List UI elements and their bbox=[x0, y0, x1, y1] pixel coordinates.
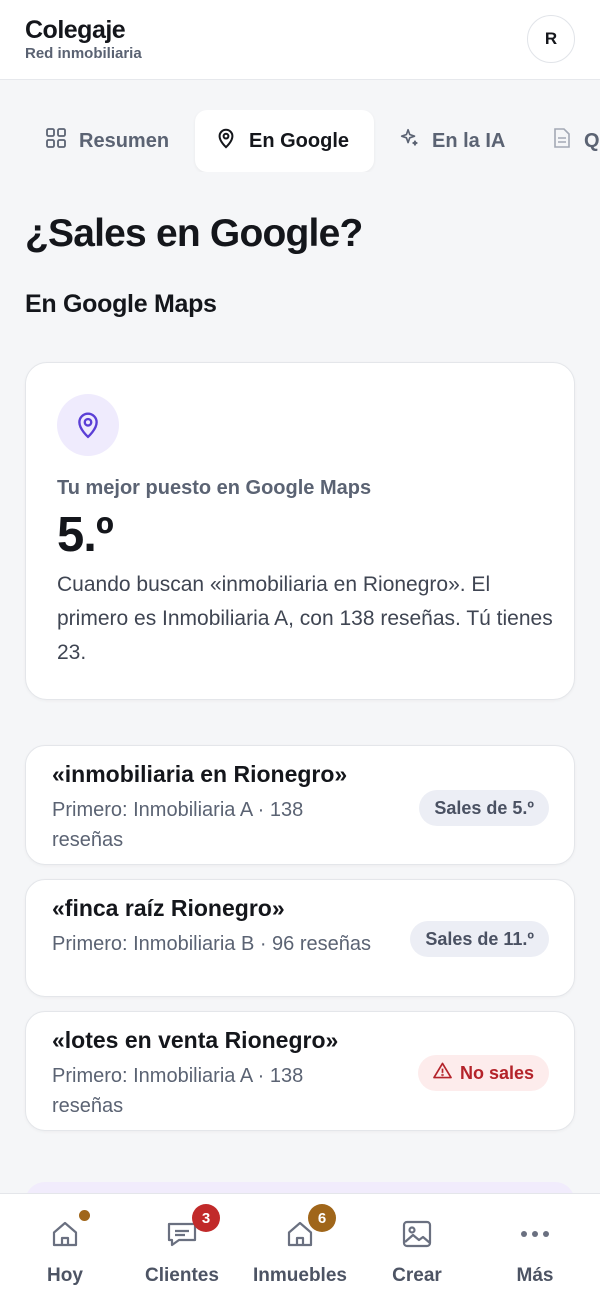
tab-en-google[interactable]: En Google bbox=[195, 110, 374, 172]
nav-item-clientes[interactable]: 3 Clientes bbox=[123, 1194, 241, 1298]
avatar[interactable]: R bbox=[527, 15, 575, 63]
grid-icon bbox=[45, 127, 67, 155]
nav-label: Clientes bbox=[145, 1265, 219, 1286]
nav-label: Crear bbox=[392, 1265, 442, 1286]
document-icon bbox=[552, 127, 572, 155]
status-label: Sales de 11.º bbox=[425, 928, 534, 949]
tab-en-la-ia[interactable]: En la IA bbox=[378, 110, 525, 172]
more-icon bbox=[517, 1218, 553, 1250]
warning-icon bbox=[433, 1062, 452, 1084]
tab-label: Q bbox=[584, 129, 600, 152]
status-label: Sales de 5.º bbox=[434, 797, 534, 818]
summary-card: Tu mejor puesto en Google Maps 5.º Cuand… bbox=[25, 362, 575, 700]
nav-label: Hoy bbox=[47, 1265, 83, 1286]
nav-label: Más bbox=[516, 1265, 554, 1286]
bottom-nav: Hoy 3 Clientes 6 Inmuebles Crear Más bbox=[0, 1193, 600, 1298]
section-title: En Google Maps bbox=[25, 290, 217, 318]
nav-item-crear[interactable]: Crear bbox=[358, 1194, 476, 1298]
keyword-detail: Primero: Inmobiliaria B · 96 reseñas bbox=[52, 933, 372, 955]
home-icon bbox=[47, 1210, 90, 1250]
nav-item-mas[interactable]: Más bbox=[476, 1194, 594, 1298]
keyword-query: «inmobiliaria en Rionegro» bbox=[52, 761, 348, 787]
keyword-query: «lotes en venta Rionegro» bbox=[52, 1027, 339, 1053]
image-icon bbox=[399, 1218, 435, 1250]
keyword-row[interactable]: «inmobiliaria en Rionegro» Primero: Inmo… bbox=[25, 745, 575, 865]
notification-dot bbox=[79, 1210, 90, 1221]
nav-label: Inmuebles bbox=[253, 1265, 347, 1286]
tab-label: En la IA bbox=[432, 129, 506, 152]
status-badge: Sales de 11.º bbox=[410, 921, 549, 957]
house-icon: 6 bbox=[282, 1204, 336, 1250]
tab-resumen[interactable]: Resumen bbox=[25, 110, 189, 172]
nav-item-inmuebles[interactable]: 6 Inmuebles bbox=[241, 1194, 359, 1298]
best-rank-description: Cuando buscan «inmobiliaria en Rionegro»… bbox=[57, 573, 553, 664]
tab-label: En Google bbox=[249, 129, 349, 152]
app-subtitle: Red inmobiliaria bbox=[25, 45, 142, 62]
app-header: Colegaje Red inmobiliaria R bbox=[0, 0, 600, 80]
keyword-row[interactable]: «finca raíz Rionegro» Primero: Inmobilia… bbox=[25, 879, 575, 997]
sparkle-icon bbox=[398, 127, 420, 155]
map-pin-icon bbox=[57, 394, 119, 456]
tab-bar: Resumen En Google En la IA Q bbox=[0, 110, 600, 172]
tab-label: Resumen bbox=[79, 129, 170, 152]
keyword-query: «finca raíz Rionegro» bbox=[52, 895, 285, 921]
chat-icon: 3 bbox=[164, 1204, 220, 1250]
best-rank-value: 5.º bbox=[57, 508, 114, 562]
keyword-detail: Primero: Inmobiliaria A · 138 reseñas bbox=[52, 799, 304, 851]
best-rank-label: Tu mejor puesto en Google Maps bbox=[57, 477, 372, 499]
status-badge: Sales de 5.º bbox=[419, 790, 549, 826]
app-title: Colegaje bbox=[25, 16, 126, 44]
map-pin-icon bbox=[215, 127, 237, 155]
count-badge: 3 bbox=[192, 1204, 220, 1232]
status-label: No sales bbox=[459, 1062, 534, 1083]
keyword-row[interactable]: «lotes en venta Rionegro» Primero: Inmob… bbox=[25, 1011, 575, 1131]
status-badge: No sales bbox=[417, 1055, 549, 1091]
tab-next[interactable]: Q bbox=[532, 110, 600, 172]
count-badge: 6 bbox=[308, 1204, 336, 1232]
keyword-detail: Primero: Inmobiliaria A · 138 reseñas bbox=[52, 1065, 304, 1117]
nav-item-hoy[interactable]: Hoy bbox=[6, 1194, 124, 1298]
page-title: ¿Sales en Google? bbox=[25, 212, 363, 255]
